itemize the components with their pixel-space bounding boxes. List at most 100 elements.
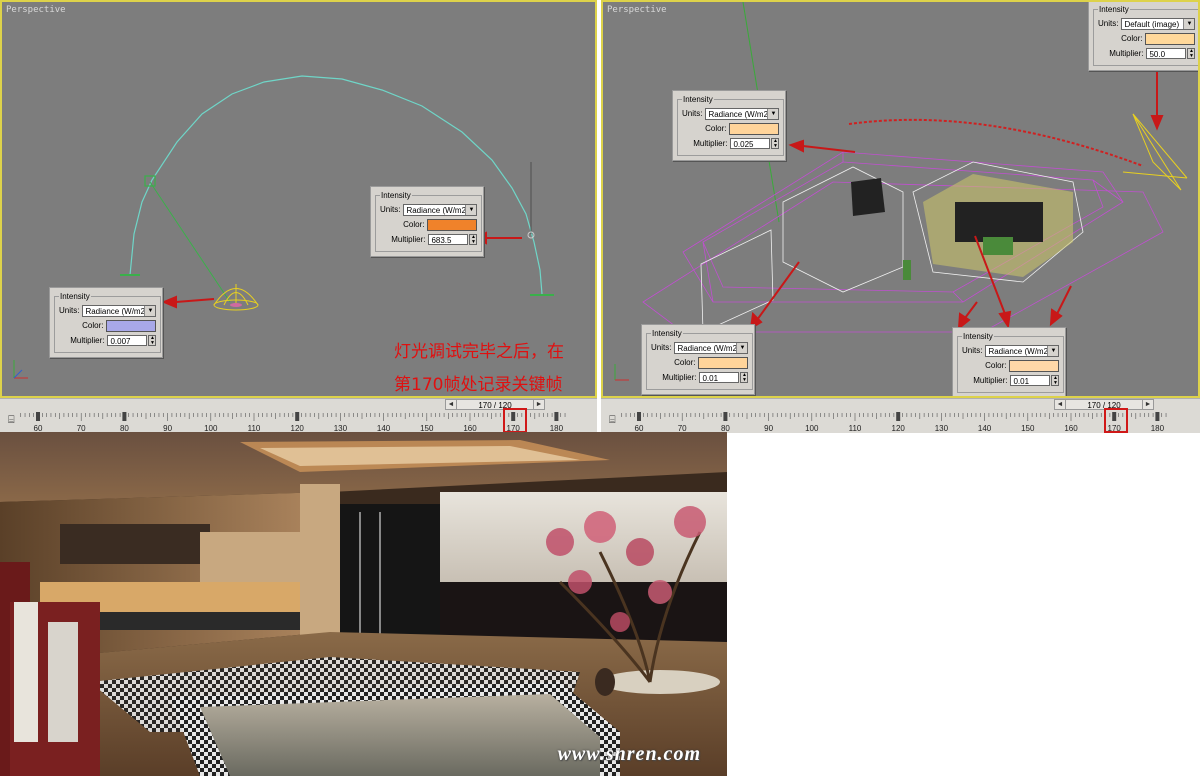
intensity-panel-lower: Intensity Units: Radiance (W/m2/▼ Color:… bbox=[49, 287, 163, 358]
intensity-group-label: Intensity bbox=[60, 292, 90, 301]
color-label: Color: bbox=[674, 358, 696, 367]
keyframe-marker[interactable] bbox=[896, 412, 901, 421]
units-dropdown[interactable]: Radiance (W/m2/▼ bbox=[82, 304, 157, 317]
color-swatch[interactable] bbox=[698, 356, 749, 369]
chevron-down-icon[interactable]: ▼ bbox=[736, 342, 748, 353]
intensity-group-label: Intensity bbox=[652, 329, 682, 338]
units-dropdown[interactable]: Radiance (W/m2/▼ bbox=[985, 344, 1060, 357]
multiplier-field[interactable]: 683.5 bbox=[428, 234, 469, 245]
multiplier-field[interactable]: 0.025 bbox=[730, 138, 771, 149]
spinner-icon[interactable]: ▲ ▼ bbox=[469, 234, 478, 245]
units-value: Radiance (W/m2/ bbox=[85, 306, 145, 316]
arrow-left-icon[interactable]: ◄ bbox=[446, 400, 457, 409]
spinner-icon[interactable]: ▲ ▼ bbox=[740, 372, 749, 383]
color-swatch[interactable] bbox=[427, 218, 478, 231]
annotation-line-2: 第170帧处记录关键帧 bbox=[394, 375, 563, 395]
units-value: Radiance (W/m2/ bbox=[988, 346, 1048, 356]
rendered-bathroom-image: www.snren.com bbox=[0, 432, 727, 776]
multiplier-label: Multiplier: bbox=[1109, 49, 1144, 58]
intensity-group-label: Intensity bbox=[963, 332, 993, 341]
units-label: Units: bbox=[59, 306, 80, 315]
color-swatch[interactable] bbox=[106, 319, 157, 332]
spinner-icon[interactable]: ▲ ▼ bbox=[1187, 48, 1196, 59]
keyframe-marker[interactable] bbox=[36, 412, 40, 421]
keyframe-marker[interactable] bbox=[637, 412, 641, 421]
axis-gizmo-icon bbox=[614, 364, 629, 381]
keyframe-highlight bbox=[503, 408, 527, 433]
chevron-down-icon[interactable]: ▼ bbox=[767, 108, 779, 119]
units-label: Units: bbox=[380, 205, 401, 214]
units-dropdown[interactable]: Radiance (W/m2/▼ bbox=[705, 107, 780, 120]
intensity-group-label: Intensity bbox=[683, 95, 713, 104]
color-label: Color: bbox=[705, 124, 727, 133]
timeline-left: ◄ 170 / 120 ► ⌸ 60 70 80 90 100 110 120 130 140 1… bbox=[0, 398, 597, 433]
keyframe-marker[interactable] bbox=[723, 412, 728, 421]
multiplier-label: Multiplier: bbox=[973, 376, 1008, 385]
intensity-panel-bottom-left: Intensity Units: Radiance (W/m2/▼ Color:… bbox=[641, 324, 755, 395]
ruler-tick-label: 150 bbox=[1021, 424, 1035, 433]
multiplier-field[interactable]: 0.01 bbox=[1010, 375, 1051, 386]
units-label: Units: bbox=[682, 109, 703, 118]
time-slider[interactable]: ◄ 170 / 120 ► bbox=[445, 399, 545, 410]
ruler-tick-label: 120 bbox=[892, 424, 906, 433]
timeline-right: ◄ 170 / 120 ► ⌸ 60 70 80 90 100 110 120 130 140 1… bbox=[601, 398, 1200, 433]
ruler-tick-label: 160 bbox=[1064, 424, 1078, 433]
intensity-panel-mid: Intensity Units: Radiance (W/m2/▼ Color:… bbox=[672, 90, 786, 161]
multiplier-label: Multiplier: bbox=[693, 139, 728, 148]
units-dropdown[interactable]: Radiance (W/m2/▼ bbox=[403, 203, 478, 216]
keyframe-marker[interactable] bbox=[122, 412, 127, 421]
color-swatch[interactable] bbox=[729, 122, 780, 135]
multiplier-label: Multiplier: bbox=[70, 336, 105, 345]
spinner-icon[interactable]: ▲ ▼ bbox=[1051, 375, 1060, 386]
annotation-line-1: 灯光调试完毕之后，在 bbox=[394, 342, 564, 362]
multiplier-label: Multiplier: bbox=[391, 235, 426, 244]
intensity-panel-sun: Intensity Units: Default (image) ▼ Color:… bbox=[1088, 2, 1198, 71]
color-label: Color: bbox=[82, 321, 104, 330]
chevron-down-icon[interactable]: ▼ bbox=[1183, 18, 1195, 29]
render-scene bbox=[0, 432, 727, 776]
intensity-panel-bottom-right: Intensity Units: Radiance (W/m2/▼ Color:… bbox=[952, 327, 1066, 396]
ruler-tick-label: 140 bbox=[978, 424, 992, 433]
keyframe-marker[interactable] bbox=[554, 412, 559, 421]
chevron-down-icon[interactable]: ▼ bbox=[144, 305, 156, 316]
units-label: Units: bbox=[962, 346, 983, 355]
ruler-tick-label: 90 bbox=[764, 424, 773, 433]
color-label: Color: bbox=[403, 220, 425, 229]
ruler-tick-label: 180 bbox=[1151, 424, 1165, 433]
axis-gizmo-icon bbox=[13, 360, 28, 379]
intensity-group-label: Intensity bbox=[1099, 5, 1129, 14]
units-value: Radiance (W/m2/ bbox=[677, 343, 737, 353]
ruler-tick-label: 130 bbox=[935, 424, 949, 433]
arrow-right-icon[interactable]: ► bbox=[533, 400, 544, 409]
multiplier-field[interactable]: 0.007 bbox=[107, 335, 148, 346]
units-value: Radiance (W/m2/ bbox=[708, 109, 768, 119]
light-arc bbox=[129, 75, 543, 295]
multiplier-label: Multiplier: bbox=[662, 373, 697, 382]
units-dropdown[interactable]: Radiance (W/m2/▼ bbox=[674, 341, 749, 354]
multiplier-field[interactable]: 0.01 bbox=[699, 372, 740, 383]
units-dropdown[interactable]: Default (image) ▼ bbox=[1121, 17, 1196, 30]
chevron-down-icon[interactable]: ▼ bbox=[465, 204, 477, 215]
color-label: Color: bbox=[985, 361, 1007, 370]
arrow-left-icon[interactable]: ◄ bbox=[1055, 400, 1066, 409]
keyframe-highlight bbox=[1104, 408, 1128, 433]
multiplier-field[interactable]: 50.0 bbox=[1146, 48, 1187, 59]
color-swatch[interactable] bbox=[1145, 32, 1196, 45]
light-beam bbox=[149, 181, 231, 303]
keyframe-marker[interactable] bbox=[295, 412, 300, 421]
spinner-icon[interactable]: ▲ ▼ bbox=[148, 335, 157, 346]
viewport-perspective-right[interactable]: Perspective Intensity Units: Default (im… bbox=[601, 0, 1200, 398]
ruler-tick-label: 100 bbox=[805, 424, 819, 433]
ruler-tick-label: 110 bbox=[849, 424, 862, 433]
units-value: Default (image) bbox=[1124, 19, 1180, 29]
intensity-group-label: Intensity bbox=[381, 191, 411, 200]
units-label: Units: bbox=[651, 343, 672, 352]
color-swatch[interactable] bbox=[1009, 359, 1060, 372]
color-label: Color: bbox=[1121, 34, 1143, 43]
chevron-down-icon[interactable]: ▼ bbox=[1047, 345, 1059, 356]
units-label: Units: bbox=[1098, 19, 1119, 28]
arrow-right-icon[interactable]: ► bbox=[1142, 400, 1153, 409]
keyframe-marker[interactable] bbox=[1155, 412, 1160, 421]
spinner-icon[interactable]: ▲ ▼ bbox=[771, 138, 780, 149]
viewport-perspective-left[interactable]: Perspective Intensity Units: Radiance (W… bbox=[0, 0, 597, 398]
